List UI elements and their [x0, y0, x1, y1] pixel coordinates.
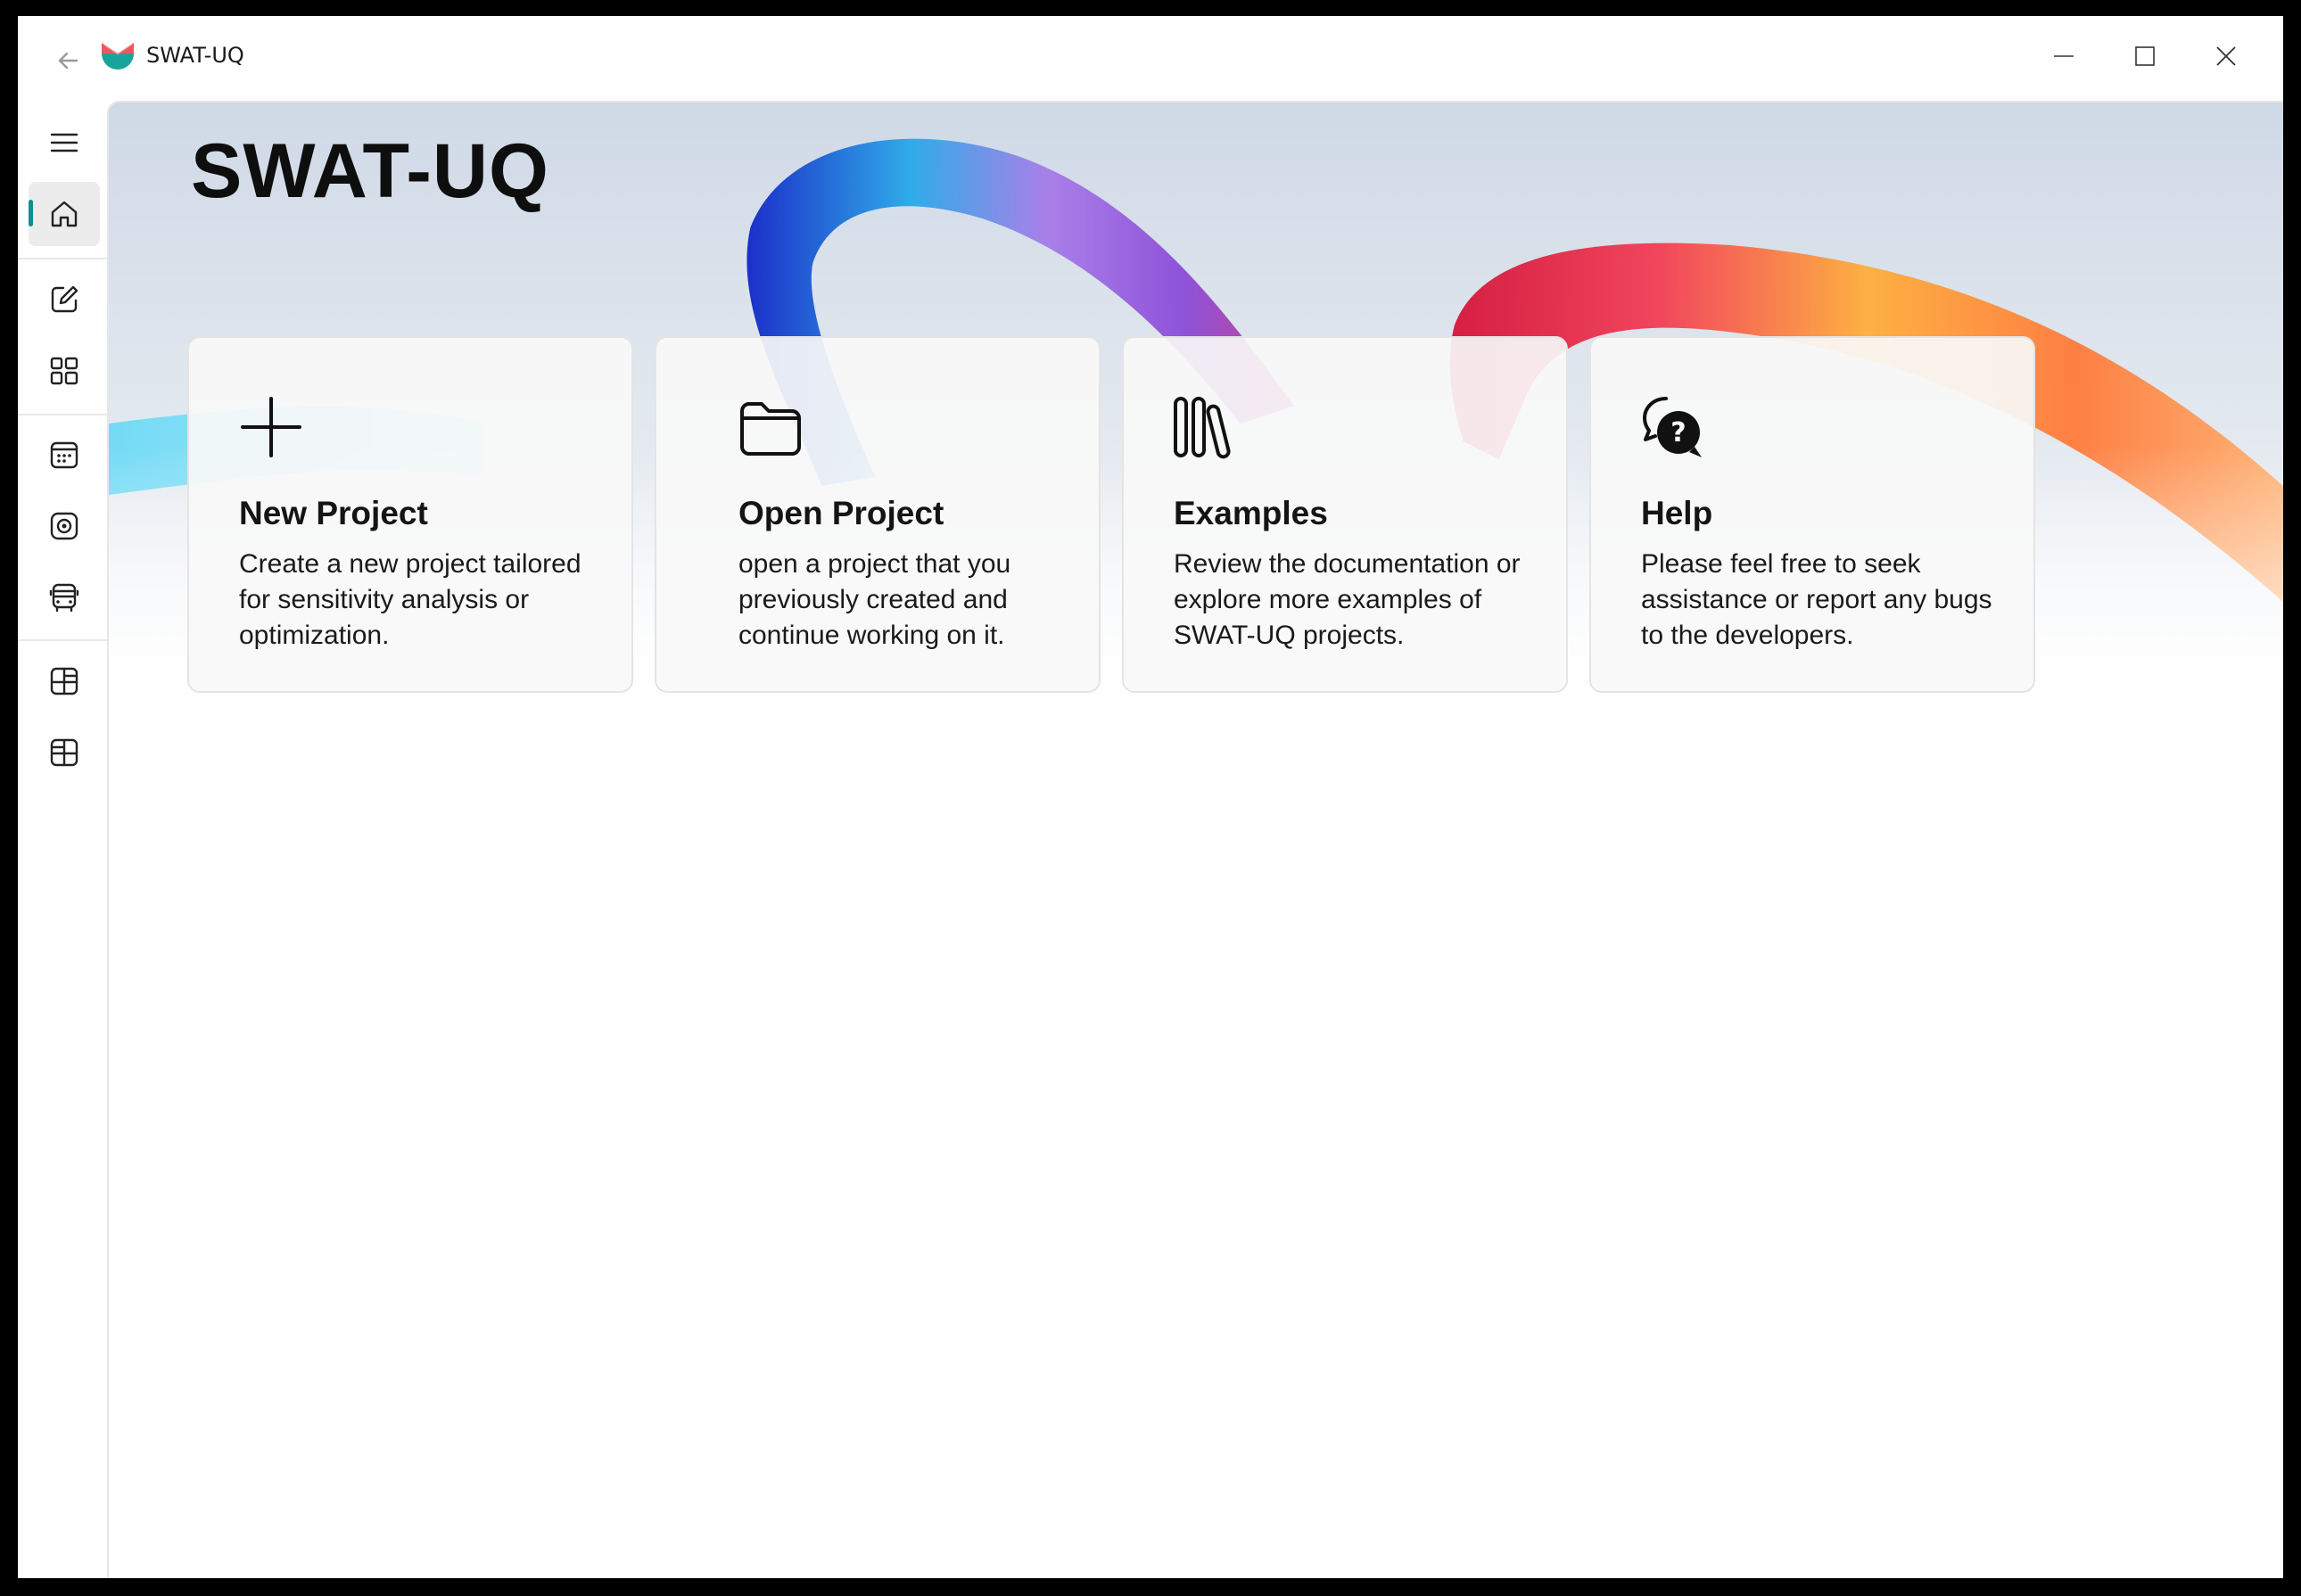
apps-icon	[50, 357, 78, 385]
new-project-card[interactable]: New Project Create a new project tailore…	[187, 336, 633, 693]
nav-layout-b[interactable]	[29, 720, 100, 785]
nav-divider	[18, 639, 107, 641]
nav-home[interactable]	[29, 182, 100, 246]
main-content: SWAT-UQ New Project Create a new project…	[107, 101, 2283, 1578]
card-description: Please feel free to seek assistance or r…	[1641, 549, 1992, 650]
nav-edit[interactable]	[29, 267, 100, 332]
card-title: Help	[1641, 495, 1713, 531]
nav-apps[interactable]	[29, 339, 100, 403]
card-title: Examples	[1174, 495, 1328, 531]
hamburger-icon	[50, 133, 78, 152]
menu-toggle-button[interactable]	[29, 111, 100, 175]
nav-bus[interactable]	[29, 565, 100, 629]
folder-icon	[740, 402, 801, 456]
app-logo-icon	[102, 43, 134, 70]
title-bar: SWAT-UQ	[18, 16, 2283, 102]
card-title: New Project	[239, 495, 428, 531]
library-icon	[1174, 397, 1231, 459]
calendar-icon	[50, 441, 78, 469]
minimize-icon	[2054, 55, 2074, 57]
nav-layout-a[interactable]	[29, 649, 100, 713]
layout-icon	[50, 738, 78, 767]
maximize-icon	[2135, 46, 2155, 66]
plus-icon	[241, 397, 301, 457]
nav-calendar[interactable]	[29, 423, 100, 487]
page-title: SWAT-UQ	[191, 128, 549, 214]
back-button[interactable]	[43, 36, 93, 86]
nav-target[interactable]	[29, 494, 100, 558]
active-indicator	[29, 200, 33, 226]
maximize-button[interactable]	[2114, 25, 2176, 87]
help-card[interactable]: ? Help Please feel free to seek assistan…	[1589, 336, 2035, 693]
svg-text:?: ?	[1670, 417, 1686, 448]
edit-icon	[51, 285, 78, 313]
card-title: Open Project	[738, 495, 944, 531]
card-description: Create a new project tailored for sensit…	[239, 549, 581, 650]
card-description: Review the documentation or explore more…	[1174, 549, 1521, 650]
examples-card[interactable]: Examples Review the documentation or exp…	[1122, 336, 1568, 693]
target-icon	[50, 512, 78, 540]
app-window: SWAT-UQ SWAT-UQ New Project Create a new…	[18, 16, 2283, 1578]
layout-icon	[50, 667, 78, 695]
navigation-sidebar	[18, 102, 107, 1578]
nav-divider	[18, 414, 107, 415]
app-title: SWAT-UQ	[146, 43, 244, 68]
minimize-button[interactable]	[2033, 25, 2095, 87]
bus-icon	[49, 583, 79, 613]
chat-help-icon: ?	[1643, 397, 1702, 457]
nav-divider	[18, 258, 107, 259]
arrow-left-icon	[58, 52, 78, 70]
close-button[interactable]	[2195, 25, 2257, 87]
home-icon	[51, 201, 78, 227]
card-description: open a project that you previously creat…	[738, 549, 1011, 650]
open-project-card[interactable]: Open Project open a project that you pre…	[655, 336, 1101, 693]
close-icon	[2216, 46, 2236, 66]
